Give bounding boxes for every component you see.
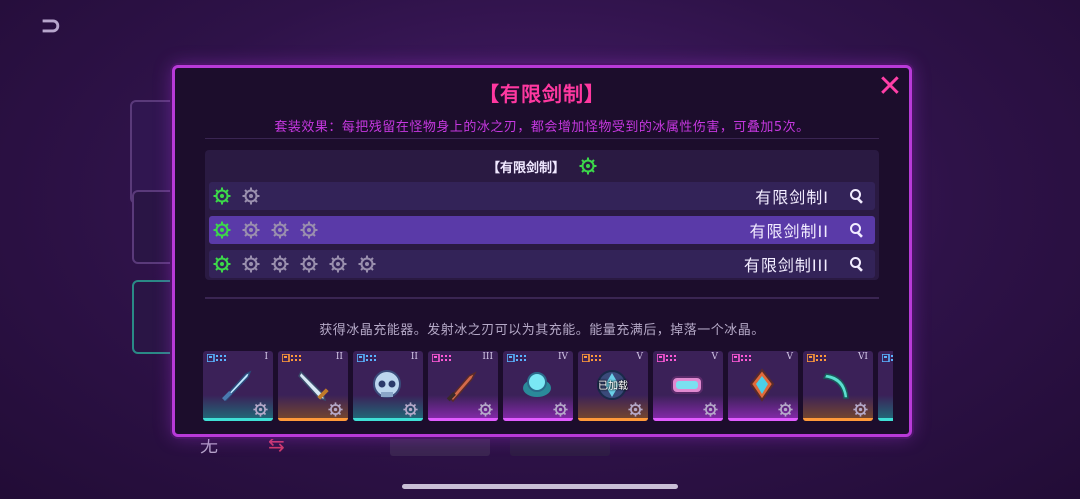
partial-card-icon bbox=[891, 364, 893, 406]
tier-gears bbox=[213, 221, 318, 239]
gear-inactive-icon bbox=[300, 221, 318, 239]
card-rarity-line bbox=[503, 418, 573, 421]
card-badge-icon bbox=[357, 354, 379, 362]
item-card[interactable]: I bbox=[203, 351, 273, 421]
card-tier-label: V bbox=[636, 352, 644, 362]
modal-title: 【有限剑制】 bbox=[479, 82, 605, 106]
set-name: 【有限剑制】 bbox=[486, 160, 565, 176]
set-tier-row[interactable]: 有限剑制I bbox=[209, 182, 875, 210]
gear-inactive-icon bbox=[242, 187, 260, 205]
divider bbox=[205, 297, 879, 299]
dagger-icon bbox=[291, 364, 333, 406]
card-rarity-line bbox=[203, 418, 273, 421]
card-tier-label: III bbox=[482, 352, 493, 362]
card-rarity-line bbox=[578, 418, 648, 421]
gear-inactive-icon bbox=[242, 221, 260, 239]
item-card[interactable]: V 已加载 bbox=[578, 351, 648, 421]
gear-inactive-icon bbox=[358, 255, 376, 273]
card-tier-label: II bbox=[335, 352, 343, 362]
card-rarity-line bbox=[353, 418, 423, 421]
card-tier-label: I bbox=[264, 352, 268, 362]
card-badge-icon bbox=[657, 354, 679, 362]
item-card[interactable]: V bbox=[728, 351, 798, 421]
tier-name: 有限剑制II bbox=[749, 222, 829, 241]
tier-gears bbox=[213, 255, 376, 273]
gear-inactive-icon bbox=[328, 402, 343, 417]
item-card[interactable]: V bbox=[653, 351, 723, 421]
gem-icon bbox=[741, 364, 783, 406]
gear-inactive-icon bbox=[703, 402, 718, 417]
gear-inactive-icon bbox=[242, 255, 260, 273]
set-effect-text: 套装效果：每把残留在怪物身上的冰之刃，都会增加怪物受到的冰属性伤害，可叠加5次。 bbox=[274, 120, 810, 135]
gear-active-icon bbox=[213, 255, 231, 273]
item-card[interactable] bbox=[878, 351, 893, 421]
search-icon[interactable] bbox=[849, 256, 865, 272]
back-icon[interactable]: ⊃ bbox=[40, 13, 74, 39]
goggles-icon bbox=[666, 364, 708, 406]
set-bonus-box: 【有限剑制】 有限剑制I 有限剑制II 有限剑制III bbox=[205, 150, 879, 280]
card-rarity-line bbox=[653, 418, 723, 421]
gear-active-icon bbox=[213, 187, 231, 205]
gear-inactive-icon bbox=[271, 221, 289, 239]
equipped-label: 已加载 bbox=[598, 381, 628, 392]
orb-icon bbox=[516, 364, 558, 406]
card-badge-icon bbox=[807, 354, 829, 362]
gear-inactive-icon bbox=[329, 255, 347, 273]
set-header: 【有限剑制】 bbox=[205, 154, 879, 178]
card-rarity-line bbox=[803, 418, 873, 421]
card-badge-icon bbox=[432, 354, 454, 362]
blade-icon bbox=[441, 364, 483, 406]
card-tier-label: II bbox=[410, 352, 418, 362]
gear-active-icon bbox=[213, 221, 231, 239]
item-card[interactable]: II bbox=[278, 351, 348, 421]
card-badge-icon bbox=[882, 354, 893, 362]
tier-name: 有限剑制I bbox=[755, 188, 829, 207]
search-icon[interactable] bbox=[849, 222, 865, 238]
card-tier-label: V bbox=[711, 352, 719, 362]
set-tier-row[interactable]: 有限剑制III bbox=[209, 250, 875, 278]
card-badge-icon bbox=[282, 354, 304, 362]
search-icon[interactable] bbox=[849, 188, 865, 204]
gear-active-icon bbox=[579, 157, 597, 175]
gear-inactive-icon bbox=[478, 402, 493, 417]
gear-inactive-icon bbox=[271, 255, 289, 273]
gear-inactive-icon bbox=[853, 402, 868, 417]
set-tier-row[interactable]: 有限剑制II bbox=[209, 216, 875, 244]
gear-inactive-icon bbox=[403, 402, 418, 417]
gear-inactive-icon bbox=[253, 402, 268, 417]
gear-inactive-icon bbox=[300, 255, 318, 273]
set-detail-modal: ✕ 【有限剑制】 套装效果：每把残留在怪物身上的冰之刃，都会增加怪物受到的冰属性… bbox=[172, 65, 912, 437]
sword-icon bbox=[216, 364, 258, 406]
card-badge-icon bbox=[507, 354, 529, 362]
card-badge-icon bbox=[732, 354, 754, 362]
gear-inactive-icon bbox=[778, 402, 793, 417]
card-rarity-line bbox=[878, 418, 893, 421]
card-tier-label: VI bbox=[857, 352, 868, 362]
card-badge-icon bbox=[582, 354, 604, 362]
item-card-row: I II II III IV V 已加载 V V VI bbox=[203, 351, 893, 423]
tier-name: 有限剑制III bbox=[743, 256, 829, 275]
item-card[interactable]: IV bbox=[503, 351, 573, 421]
curved-blade-icon bbox=[816, 364, 858, 406]
item-card[interactable]: III bbox=[428, 351, 498, 421]
divider bbox=[205, 138, 879, 139]
home-indicator[interactable] bbox=[402, 484, 678, 489]
item-card[interactable]: VI bbox=[803, 351, 873, 421]
item-card[interactable]: II bbox=[353, 351, 423, 421]
card-tier-label: V bbox=[786, 352, 794, 362]
card-rarity-line bbox=[278, 418, 348, 421]
card-tier-label: IV bbox=[557, 352, 568, 362]
card-rarity-line bbox=[728, 418, 798, 421]
card-rarity-line bbox=[428, 418, 498, 421]
item-description: 获得冰晶充能器。发射冰之刃可以为其充能。能量充满后，掉落一个冰晶。 bbox=[319, 323, 765, 338]
card-badge-icon bbox=[207, 354, 229, 362]
gear-inactive-icon bbox=[553, 402, 568, 417]
skull-helm-icon bbox=[366, 364, 408, 406]
tier-gears bbox=[213, 187, 260, 205]
gear-inactive-icon bbox=[628, 402, 643, 417]
